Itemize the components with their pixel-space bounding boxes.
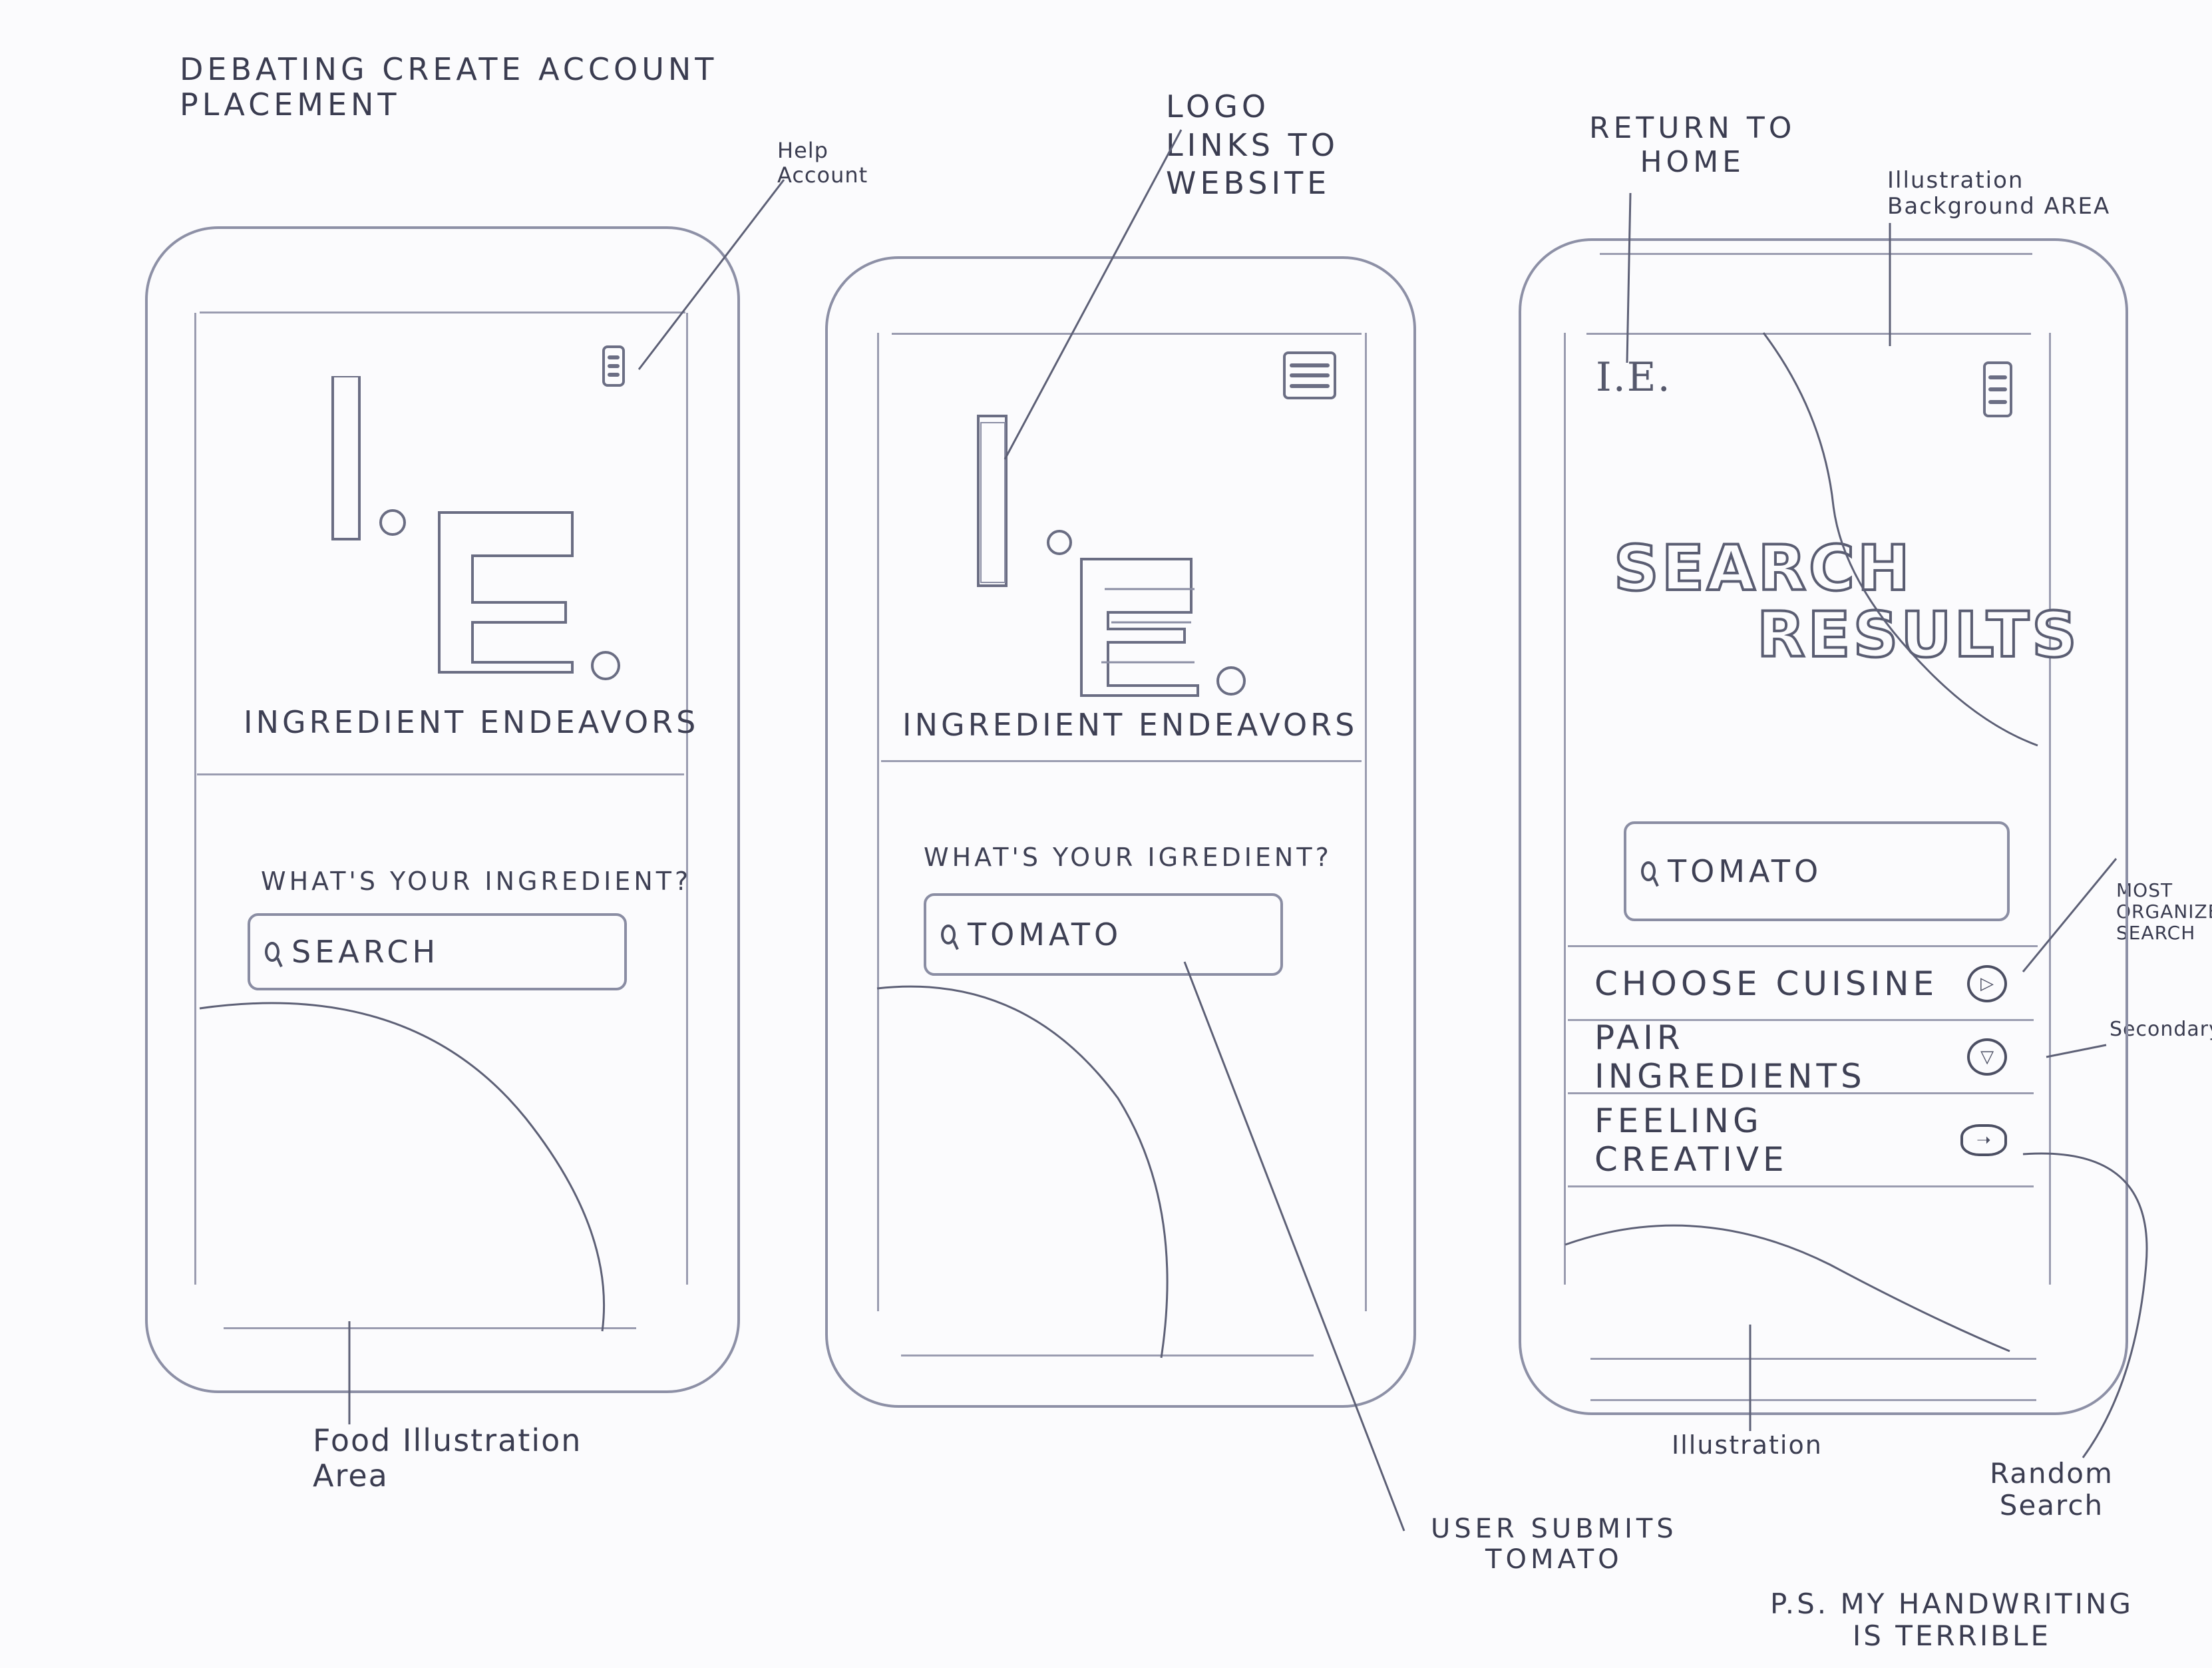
logo-mark[interactable] bbox=[326, 375, 626, 682]
annotation-user-submits: USER SUBMITS TOMATO bbox=[1431, 1514, 1678, 1575]
ingredient-prompt-2: WHAT'S YOUR IGREDIENT? bbox=[924, 843, 1332, 872]
results-title-line2: RESULTS bbox=[1755, 598, 2080, 673]
brand-name-2: INGREDIENT ENDEAVORS bbox=[902, 707, 1358, 743]
options-top-line bbox=[1568, 945, 2038, 947]
search-icon-3 bbox=[1641, 861, 1656, 881]
logo-ie-icon bbox=[331, 375, 620, 680]
option-label: FEELING CREATIVE bbox=[1594, 1101, 1788, 1179]
screen-1-bottom-line bbox=[224, 1327, 636, 1329]
annotation-ps-note: P.S. MY HANDWRITING IS TERRIBLE bbox=[1770, 1587, 2133, 1653]
annotation-most-organized: MOST ORGANIZED SEARCH bbox=[2116, 879, 2212, 944]
down-arrow-icon: ▽ bbox=[1967, 1038, 2007, 1076]
annotation-logo-links: LOGO LINKS TO WEBSITE bbox=[1166, 89, 1339, 201]
search-input[interactable]: SEARCH bbox=[248, 913, 627, 990]
annotation-help-account: Help Account bbox=[777, 138, 868, 188]
screen-2-divider bbox=[881, 760, 1362, 762]
screen-2-bottom-line bbox=[901, 1355, 1314, 1356]
logo-mark-2[interactable] bbox=[972, 409, 1258, 702]
search-icon-2 bbox=[941, 925, 956, 944]
results-title-line1: SEARCH bbox=[1612, 531, 1913, 606]
search-value: TOMATO bbox=[968, 917, 1123, 952]
brand-name: INGREDIENT ENDEAVORS bbox=[244, 704, 699, 740]
option-feeling-creative[interactable]: FEELING CREATIVE ➝ bbox=[1568, 1094, 2034, 1187]
annotation-food-illustration: Food Illustration Area bbox=[313, 1422, 582, 1494]
screen-3-header-line bbox=[1586, 333, 2031, 335]
option-label: PAIR INGREDIENTS bbox=[1594, 1018, 1866, 1096]
screen-3-top-line bbox=[1600, 253, 2032, 255]
logo-ie-icon-2 bbox=[977, 415, 1246, 697]
screen-1-divider bbox=[197, 773, 684, 775]
annotation-illustration: Illustration bbox=[1672, 1430, 1823, 1460]
annotation-random-search: Random Search bbox=[1990, 1457, 2114, 1522]
annotation-create-account: DEBATING CREATE ACCOUNT PLACEMENT bbox=[180, 51, 718, 122]
search-input-3[interactable]: TOMATO bbox=[1624, 821, 2010, 921]
option-label: CHOOSE CUISINE bbox=[1594, 964, 1938, 1003]
annotation-return-home: RETURN TO HOME bbox=[1589, 111, 1796, 179]
screen-2-top-line bbox=[892, 333, 1362, 335]
search-value-3: TOMATO bbox=[1668, 853, 1823, 889]
right-arrow-icon: ➝ bbox=[1960, 1124, 2007, 1156]
option-pair-ingredients[interactable]: PAIR INGREDIENTS ▽ bbox=[1568, 1018, 2034, 1096]
play-icon: ▷ bbox=[1967, 964, 2007, 1002]
ingredient-prompt: WHAT'S YOUR INGREDIENT? bbox=[261, 867, 692, 896]
help-menu-icon-3[interactable] bbox=[1983, 361, 2012, 417]
help-menu-icon-2[interactable] bbox=[1283, 351, 1336, 399]
search-icon bbox=[265, 942, 279, 962]
screen-3-footer-line bbox=[1590, 1399, 2036, 1401]
search-placeholder: SEARCH bbox=[291, 934, 440, 970]
screen-3-bottom-line bbox=[1590, 1358, 2036, 1360]
option-choose-cuisine[interactable]: CHOOSE CUISINE ▷ bbox=[1568, 948, 2034, 1021]
screen-1-top-line bbox=[200, 312, 685, 313]
search-input-2[interactable]: TOMATO bbox=[924, 893, 1283, 976]
annotation-illustration-background: Illustration Background AREA bbox=[1887, 167, 2111, 220]
home-logo-link[interactable]: I.E. bbox=[1596, 354, 1672, 401]
